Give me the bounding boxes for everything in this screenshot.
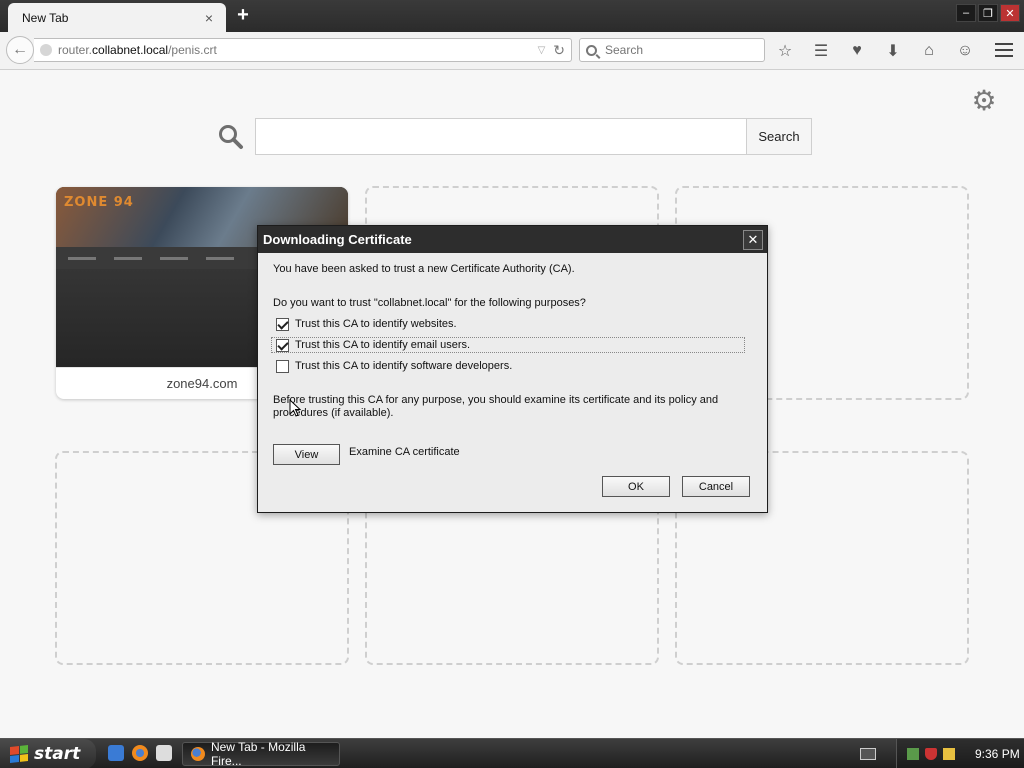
gear-icon[interactable]: ⚙: [970, 87, 998, 115]
back-button[interactable]: ←: [6, 36, 34, 64]
trust-developers-checkbox[interactable]: [276, 359, 289, 373]
search-icon: [586, 44, 597, 56]
window-controls: – ❐ ✕: [956, 4, 1020, 22]
dialog-question: Do you want to trust "collabnet.local" f…: [273, 297, 586, 309]
trust-developers-option[interactable]: Trust this CA to identify software devel…: [276, 358, 512, 374]
ie-quicklaunch-icon[interactable]: [108, 745, 124, 761]
download-icon[interactable]: ⬇: [882, 40, 904, 62]
cancel-button[interactable]: Cancel: [682, 476, 750, 497]
start-button[interactable]: start: [0, 739, 96, 768]
dialog-warning-line-1: Before trusting this CA for any purpose,…: [273, 394, 719, 406]
pocket-icon[interactable]: ♥: [846, 40, 868, 62]
reload-icon[interactable]: ↻: [553, 42, 565, 59]
menu-icon[interactable]: [994, 41, 1014, 59]
home-icon[interactable]: ⌂: [918, 40, 940, 62]
windows-flag-icon: [10, 745, 28, 763]
trust-websites-label: Trust this CA to identify websites.: [295, 318, 457, 330]
newtab-search-input[interactable]: [255, 118, 747, 155]
taskbar: start New Tab - Mozilla Fire... 9:36 PM: [0, 738, 1024, 768]
trust-email-checkbox[interactable]: [276, 338, 289, 352]
tab-new-tab[interactable]: New Tab ×: [8, 3, 226, 32]
navigation-bar: ← router.collabnet.local/penis.crt ▽ ↻ ☆…: [0, 32, 1024, 70]
show-desktop-icon[interactable]: [156, 745, 172, 761]
url-prefix: router.: [58, 43, 93, 57]
view-button[interactable]: View: [273, 444, 340, 465]
minimize-button[interactable]: –: [956, 4, 976, 22]
toolbar-icons: ☆ ☰ ♥ ⬇ ⌂ ☺: [774, 40, 976, 62]
trust-email-option[interactable]: Trust this CA to identify email users.: [271, 337, 745, 353]
wand-icon[interactable]: [943, 748, 955, 760]
search-input[interactable]: [605, 43, 755, 57]
thumb-logo: ZONE 94: [64, 195, 134, 210]
tab-strip: New Tab × + – ❐ ✕: [0, 0, 1024, 32]
back-arrow-icon: ←: [12, 41, 28, 58]
trust-developers-label: Trust this CA to identify software devel…: [295, 360, 513, 372]
restore-button[interactable]: ❐: [978, 4, 998, 22]
ok-button[interactable]: OK: [602, 476, 670, 497]
trust-email-label: Trust this CA to identify email users.: [295, 339, 471, 351]
url-bar[interactable]: router.collabnet.local/penis.crt ▽ ↻: [34, 38, 572, 62]
new-tab-button[interactable]: +: [233, 5, 253, 26]
dialog-close-icon[interactable]: ✕: [743, 229, 763, 250]
security-shield-icon[interactable]: [925, 748, 937, 760]
clock: 9:36 PM: [975, 747, 1020, 761]
bookmark-star-icon[interactable]: ☆: [774, 40, 796, 62]
network-icon[interactable]: [907, 748, 919, 760]
examine-ca-label: Examine CA certificate: [349, 446, 460, 458]
trust-websites-checkbox[interactable]: [276, 317, 289, 331]
taskbar-firefox-window[interactable]: New Tab - Mozilla Fire...: [182, 740, 340, 768]
firefox-quicklaunch-icon[interactable]: [132, 745, 148, 761]
trust-websites-option[interactable]: Trust this CA to identify websites.: [276, 316, 457, 332]
search-bar[interactable]: [579, 38, 765, 62]
dialog-title: Downloading Certificate: [263, 232, 412, 247]
dialog-titlebar: Downloading Certificate ✕: [258, 226, 767, 253]
url-host: collabnet.local: [92, 43, 169, 57]
reading-list-icon[interactable]: ☰: [810, 40, 832, 62]
url-path: /penis.crt: [168, 43, 217, 57]
tab-title: New Tab: [22, 10, 69, 25]
close-window-button[interactable]: ✕: [1000, 4, 1020, 22]
site-identity-icon[interactable]: [40, 44, 52, 56]
hello-icon[interactable]: ☺: [954, 40, 976, 62]
download-certificate-dialog: Downloading Certificate ✕ You have been …: [257, 225, 768, 513]
keyboard-icon[interactable]: [860, 748, 876, 760]
tab-close-icon[interactable]: ×: [202, 10, 216, 26]
taskbar-window-title: New Tab - Mozilla Fire...: [210, 740, 306, 768]
mouse-cursor-icon: [289, 399, 301, 417]
dialog-intro: You have been asked to trust a new Certi…: [273, 263, 575, 275]
url-dropdown-icon[interactable]: ▽: [538, 45, 546, 56]
search-icon: [219, 125, 243, 149]
start-label: start: [34, 744, 81, 764]
firefox-icon: [191, 747, 205, 761]
system-tray: 9:36 PM: [896, 739, 1024, 768]
newtab-search-button[interactable]: Search: [746, 118, 812, 155]
url-text[interactable]: router.collabnet.local/penis.crt: [58, 43, 538, 57]
